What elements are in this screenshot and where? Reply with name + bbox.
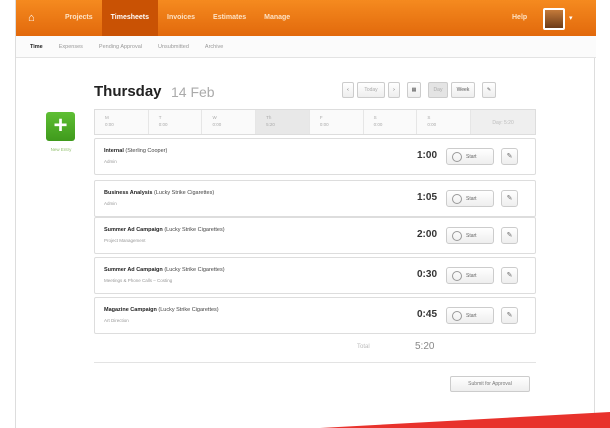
divider xyxy=(94,362,536,363)
start-timer-button[interactable]: Start xyxy=(446,267,494,284)
entry-time[interactable]: 1:00 xyxy=(417,150,437,161)
edit-entry-button[interactable]: ✎ xyxy=(501,227,518,244)
entry-client: (Lucky Strike Cigarettes) xyxy=(164,267,225,273)
day-tab-tue[interactable]: T 0:00 xyxy=(149,110,203,134)
entry-task: Meetings & Phone Calls – Costing xyxy=(104,278,173,283)
start-timer-button[interactable]: Start xyxy=(446,148,494,165)
calendar-icon[interactable]: ▦ xyxy=(407,82,421,98)
entry-project: Summer Ad Campaign xyxy=(104,267,163,273)
pencil-icon: ✎ xyxy=(506,312,513,319)
start-timer-button[interactable]: Start xyxy=(446,190,494,207)
subnav-pending-approval[interactable]: Pending Approval xyxy=(99,44,142,50)
clock-icon xyxy=(452,310,462,321)
next-day-button[interactable]: › xyxy=(388,82,400,98)
entry-time[interactable]: 2:00 xyxy=(417,229,437,240)
total-value: 5:20 xyxy=(415,341,435,352)
day-view-button[interactable]: Day xyxy=(428,82,448,98)
home-icon[interactable]: ⌂ xyxy=(28,12,56,24)
subnav-unsubmitted[interactable]: Unsubmitted xyxy=(158,44,189,50)
clock-icon xyxy=(452,151,462,162)
day-tab-sat[interactable]: S 0:00 xyxy=(364,110,418,134)
week-view-button[interactable]: Week xyxy=(451,82,475,98)
add-entry-label: New Entry xyxy=(50,147,72,152)
prev-day-button[interactable]: ‹ xyxy=(342,82,354,98)
add-entry-button[interactable]: + xyxy=(46,112,75,141)
day-tab-sun[interactable]: S 0:00 xyxy=(417,110,472,134)
entry-time[interactable]: 1:05 xyxy=(417,192,437,203)
start-timer-button[interactable]: Start xyxy=(446,227,494,244)
day-total: Day: 5:20 xyxy=(471,110,536,134)
pencil-icon: ✎ xyxy=(506,232,513,239)
day-tab-fri[interactable]: F 0:00 xyxy=(310,110,364,134)
entry-task: Admin xyxy=(104,201,117,206)
today-button[interactable]: Today xyxy=(357,82,385,98)
subnav-expenses[interactable]: Expenses xyxy=(59,44,83,50)
entry-task: Art Direction xyxy=(104,318,129,323)
chevron-down-icon[interactable]: ▾ xyxy=(569,14,573,22)
sub-navigation: Time Expenses Pending Approval Unsubmitt… xyxy=(16,36,596,58)
clock-icon xyxy=(452,270,462,281)
day-tab-mon[interactable]: M 0:00 xyxy=(95,110,149,134)
nav-estimates[interactable]: Estimates xyxy=(204,0,255,36)
app-window: ⌂ Projects Timesheets Invoices Estimates… xyxy=(15,0,596,428)
entry-project: Magazine Campaign xyxy=(104,307,157,313)
subnav-archive[interactable]: Archive xyxy=(205,44,223,50)
subnav-time[interactable]: Time xyxy=(30,44,43,50)
page-title-date: 14 Feb xyxy=(171,84,215,100)
time-entry-row: Internal (Sterling Cooper) Admin 1:00 St… xyxy=(94,138,536,175)
entry-task: Admin xyxy=(104,159,117,164)
day-tab-thu[interactable]: Th 5:20 xyxy=(256,110,310,134)
avatar[interactable] xyxy=(543,8,565,30)
pencil-icon: ✎ xyxy=(506,195,513,202)
help-link[interactable]: Help xyxy=(512,0,527,36)
total-label: Total xyxy=(357,344,370,350)
nav-timesheets[interactable]: Timesheets xyxy=(101,0,159,36)
edit-entry-button[interactable]: ✎ xyxy=(501,190,518,207)
entry-time[interactable]: 0:30 xyxy=(417,269,437,280)
time-entry-row: Summer Ad Campaign (Lucky Strike Cigaret… xyxy=(94,257,536,294)
entry-client: (Sterling Cooper) xyxy=(125,148,168,154)
entry-client: (Lucky Strike Cigarettes) xyxy=(153,190,215,196)
edit-entry-button[interactable]: ✎ xyxy=(501,307,518,324)
edit-entry-button[interactable]: ✎ xyxy=(501,267,518,284)
entry-project: Business Analysis xyxy=(104,190,153,196)
time-entry-row: Business Analysis (Lucky Strike Cigarett… xyxy=(94,180,536,217)
entry-project: Summer Ad Campaign xyxy=(104,227,163,233)
week-day-strip: M 0:00 T 0:00 W 0:00 Th 5:20 F 0:00 S 0:00 S 0:… xyxy=(94,109,536,135)
page-title-day: Thursday xyxy=(94,83,162,100)
entry-time[interactable]: 0:45 xyxy=(417,309,437,320)
pencil-icon: ✎ xyxy=(506,153,513,160)
start-timer-button[interactable]: Start xyxy=(446,307,494,324)
entry-project: Internal xyxy=(104,148,124,154)
date-controls: ‹ Today › ▦ Day Week ✎ xyxy=(342,82,499,98)
entry-client: (Lucky Strike Cigarettes) xyxy=(164,227,225,233)
clock-icon xyxy=(452,193,462,204)
time-entry-row: Summer Ad Campaign (Lucky Strike Cigaret… xyxy=(94,217,536,254)
entry-client: (Lucky Strike Cigarettes) xyxy=(158,307,219,313)
timesheet-page: ⌂ Projects Timesheets Invoices Estimates… xyxy=(0,0,610,428)
entry-task: Project Management xyxy=(104,238,146,243)
edit-icon[interactable]: ✎ xyxy=(482,82,496,98)
submit-for-approval-button[interactable]: Submit for Approval xyxy=(450,376,530,392)
nav-projects[interactable]: Projects xyxy=(56,0,102,36)
day-tab-wed[interactable]: W 0:00 xyxy=(202,110,257,134)
edit-entry-button[interactable]: ✎ xyxy=(501,148,518,165)
clock-icon xyxy=(452,230,462,241)
pencil-icon: ✎ xyxy=(506,272,513,279)
nav-invoices[interactable]: Invoices xyxy=(158,0,204,36)
nav-manage[interactable]: Manage xyxy=(255,0,299,36)
time-entry-row: Magazine Campaign (Lucky Strike Cigarett… xyxy=(94,297,536,334)
top-navigation: ⌂ Projects Timesheets Invoices Estimates… xyxy=(16,0,596,36)
